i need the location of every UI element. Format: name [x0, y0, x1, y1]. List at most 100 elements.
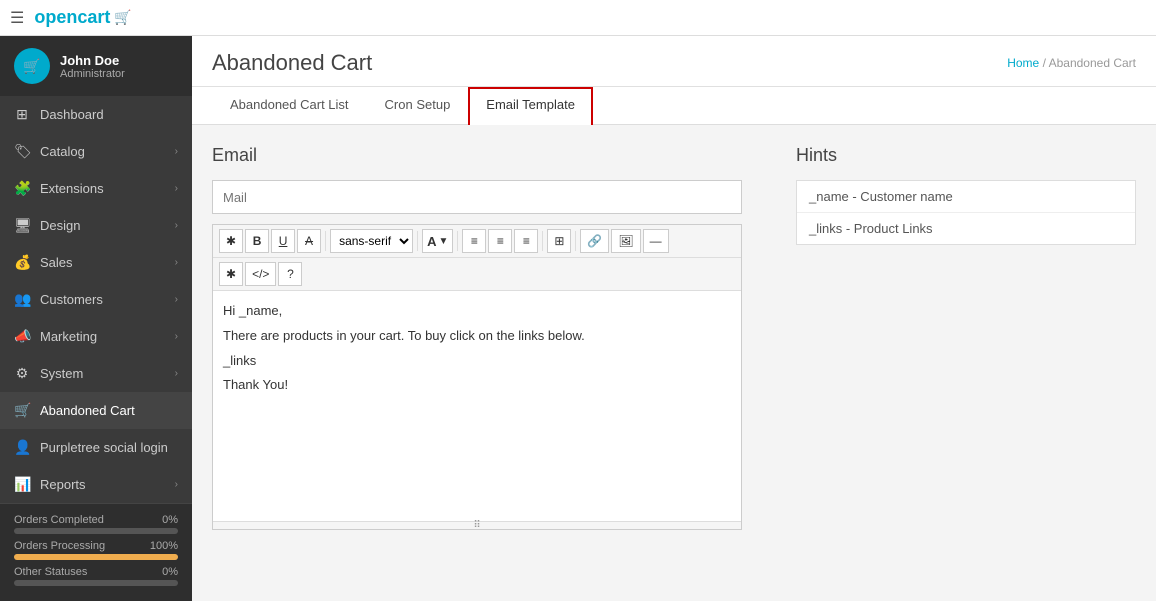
toolbar-align-btn[interactable]: ≡ — [514, 229, 538, 253]
toolbar-bold-btn[interactable]: B — [245, 229, 269, 253]
sidebar-item-left: ⊞ Dashboard — [14, 106, 104, 123]
page-header: Abandoned Cart Home / Abandoned Cart — [192, 36, 1156, 87]
stat-name: Orders Completed — [14, 514, 104, 526]
content-area: Abandoned Cart Home / Abandoned Cart Aba… — [192, 36, 1156, 601]
sidebar-item-left: 👤 Purpletree social login — [14, 439, 168, 456]
toolbar-divider-2 — [417, 231, 418, 251]
sidebar-item-customers[interactable]: 👥 Customers › — [0, 281, 192, 318]
sidebar-item-extensions[interactable]: 🧩 Extensions › — [0, 170, 192, 207]
stat-bar-bg — [14, 528, 178, 534]
font-family-select[interactable]: sans-serif — [330, 229, 413, 253]
chevron-right-icon: › — [175, 331, 178, 342]
toolbar-link-btn[interactable]: 🔗 — [580, 229, 609, 253]
tab-cron-setup[interactable]: Cron Setup — [367, 87, 469, 124]
email-section: Email ✱ B U A sans-serif A — [212, 145, 776, 530]
toolbar-table-btn[interactable]: ⊞ — [547, 229, 571, 253]
stat-label: Orders Completed 0% — [14, 514, 178, 526]
system-icon: ⚙ — [14, 365, 30, 382]
sidebar-item-dashboard[interactable]: ⊞ Dashboard — [0, 96, 192, 133]
resize-icon: ⠿ — [473, 520, 480, 531]
toolbar-help-btn[interactable]: ? — [278, 262, 302, 286]
sidebar-item-label: System — [40, 366, 83, 381]
sidebar-item-system[interactable]: ⚙ System › — [0, 355, 192, 392]
breadcrumb: Home / Abandoned Cart — [1007, 56, 1136, 70]
stat-bar-bg — [14, 554, 178, 560]
mail-input[interactable] — [212, 180, 742, 214]
color-dropdown-arrow: ▼ — [438, 236, 448, 247]
sidebar-item-purpletree[interactable]: 👤 Purpletree social login — [0, 429, 192, 466]
sidebar-item-catalog[interactable]: 🏷 Catalog › — [0, 133, 192, 170]
sidebar: 🛒 John Doe Administrator ⊞ Dashboard 🏷 C… — [0, 36, 192, 601]
sidebar-item-reports[interactable]: 📊 Reports › — [0, 466, 192, 503]
toolbar-hr-btn[interactable]: — — [643, 229, 669, 253]
chevron-right-icon: › — [175, 257, 178, 268]
stat-bar-bg — [14, 580, 178, 586]
extensions-icon: 🧩 — [14, 180, 30, 197]
sidebar-item-label: Purpletree social login — [40, 440, 168, 455]
stat-name: Orders Processing — [14, 540, 105, 552]
hints-title: Hints — [796, 145, 1136, 166]
editor-body[interactable]: Hi _name, There are products in your cart… — [213, 291, 741, 521]
user-name: John Doe — [60, 53, 125, 68]
breadcrumb-home[interactable]: Home — [1007, 56, 1039, 70]
sidebar-item-label: Reports — [40, 477, 86, 492]
chevron-right-icon: › — [175, 479, 178, 490]
user-info: John Doe Administrator — [60, 53, 125, 80]
email-section-title: Email — [212, 145, 776, 166]
editor-container: ✱ B U A sans-serif A ▼ — [212, 224, 742, 530]
sidebar-item-left: 💰 Sales — [14, 254, 73, 271]
toolbar-ul-btn[interactable]: ≡ — [462, 229, 486, 253]
tabs-area: Abandoned Cart ListCron SetupEmail Templ… — [192, 87, 1156, 125]
editor-resize-handle[interactable]: ⠿ — [213, 521, 741, 529]
logo-cart-icon: 🛒 — [114, 9, 131, 26]
sales-icon: 💰 — [14, 254, 30, 271]
editor-line: _links — [223, 351, 731, 372]
sidebar-item-design[interactable]: 🖥 Design › — [0, 207, 192, 244]
user-role: Administrator — [60, 68, 125, 80]
tab-abandoned-cart-list[interactable]: Abandoned Cart List — [212, 87, 367, 124]
menu-toggle-icon[interactable]: ☰ — [10, 8, 24, 28]
avatar-icon: 🛒 — [23, 58, 40, 75]
color-a-label: A — [427, 234, 436, 249]
sidebar-item-abandoned-cart[interactable]: 🛒 Abandoned Cart — [0, 392, 192, 429]
sidebar-item-sales[interactable]: 💰 Sales › — [0, 244, 192, 281]
stat-row: Orders Completed 0% — [14, 514, 178, 534]
sidebar-item-left: 🧩 Extensions — [14, 180, 104, 197]
toolbar-divider-1 — [325, 231, 326, 251]
toolbar-html-btn[interactable]: </> — [245, 262, 276, 286]
toolbar-underline-btn[interactable]: U — [271, 229, 295, 253]
customers-icon: 👥 — [14, 291, 30, 308]
hints-box: _name - Customer name_links - Product Li… — [796, 180, 1136, 245]
hint-item: _links - Product Links — [797, 213, 1135, 244]
stat-name: Other Statuses — [14, 566, 87, 578]
avatar: 🛒 — [14, 48, 50, 84]
editor-line: Thank You! — [223, 375, 731, 396]
catalog-icon: 🏷 — [14, 143, 30, 160]
abandoned-cart-icon: 🛒 — [14, 402, 30, 419]
sidebar-item-left: ⚙ System — [14, 365, 83, 382]
sidebar-item-left: 🛒 Abandoned Cart — [14, 402, 135, 419]
purpletree-icon: 👤 — [14, 439, 30, 456]
sidebar-stats: Orders Completed 0% Orders Processing 10… — [0, 503, 192, 601]
breadcrumb-current: Abandoned Cart — [1049, 56, 1136, 70]
editor-line: There are products in your cart. To buy … — [223, 326, 731, 347]
sidebar-nav: ⊞ Dashboard 🏷 Catalog › 🧩 Extensions › 🖥… — [0, 96, 192, 503]
content-body: Email ✱ B U A sans-serif A — [192, 125, 1156, 550]
sidebar-item-left: 📊 Reports — [14, 476, 86, 493]
toolbar-color-btn[interactable]: A ▼ — [422, 229, 453, 253]
tab-email-template[interactable]: Email Template — [468, 87, 593, 125]
editor-toolbar-row2: ✱ </> ? — [213, 258, 741, 291]
sidebar-item-label: Abandoned Cart — [40, 403, 135, 418]
toolbar-source-magic-btn[interactable]: ✱ — [219, 262, 243, 286]
stat-label: Orders Processing 100% — [14, 540, 178, 552]
sidebar-item-label: Marketing — [40, 329, 97, 344]
toolbar-strikethrough-btn[interactable]: A — [297, 229, 321, 253]
stat-value: 0% — [162, 566, 178, 578]
stat-row: Other Statuses 0% — [14, 566, 178, 586]
toolbar-magic-btn[interactable]: ✱ — [219, 229, 243, 253]
editor-line: Hi _name, — [223, 301, 731, 322]
toolbar-image-btn[interactable]: 🖼 — [611, 229, 640, 253]
dashboard-icon: ⊞ — [14, 106, 30, 123]
toolbar-ol-btn[interactable]: ≡ — [488, 229, 512, 253]
sidebar-item-marketing[interactable]: 📣 Marketing › — [0, 318, 192, 355]
